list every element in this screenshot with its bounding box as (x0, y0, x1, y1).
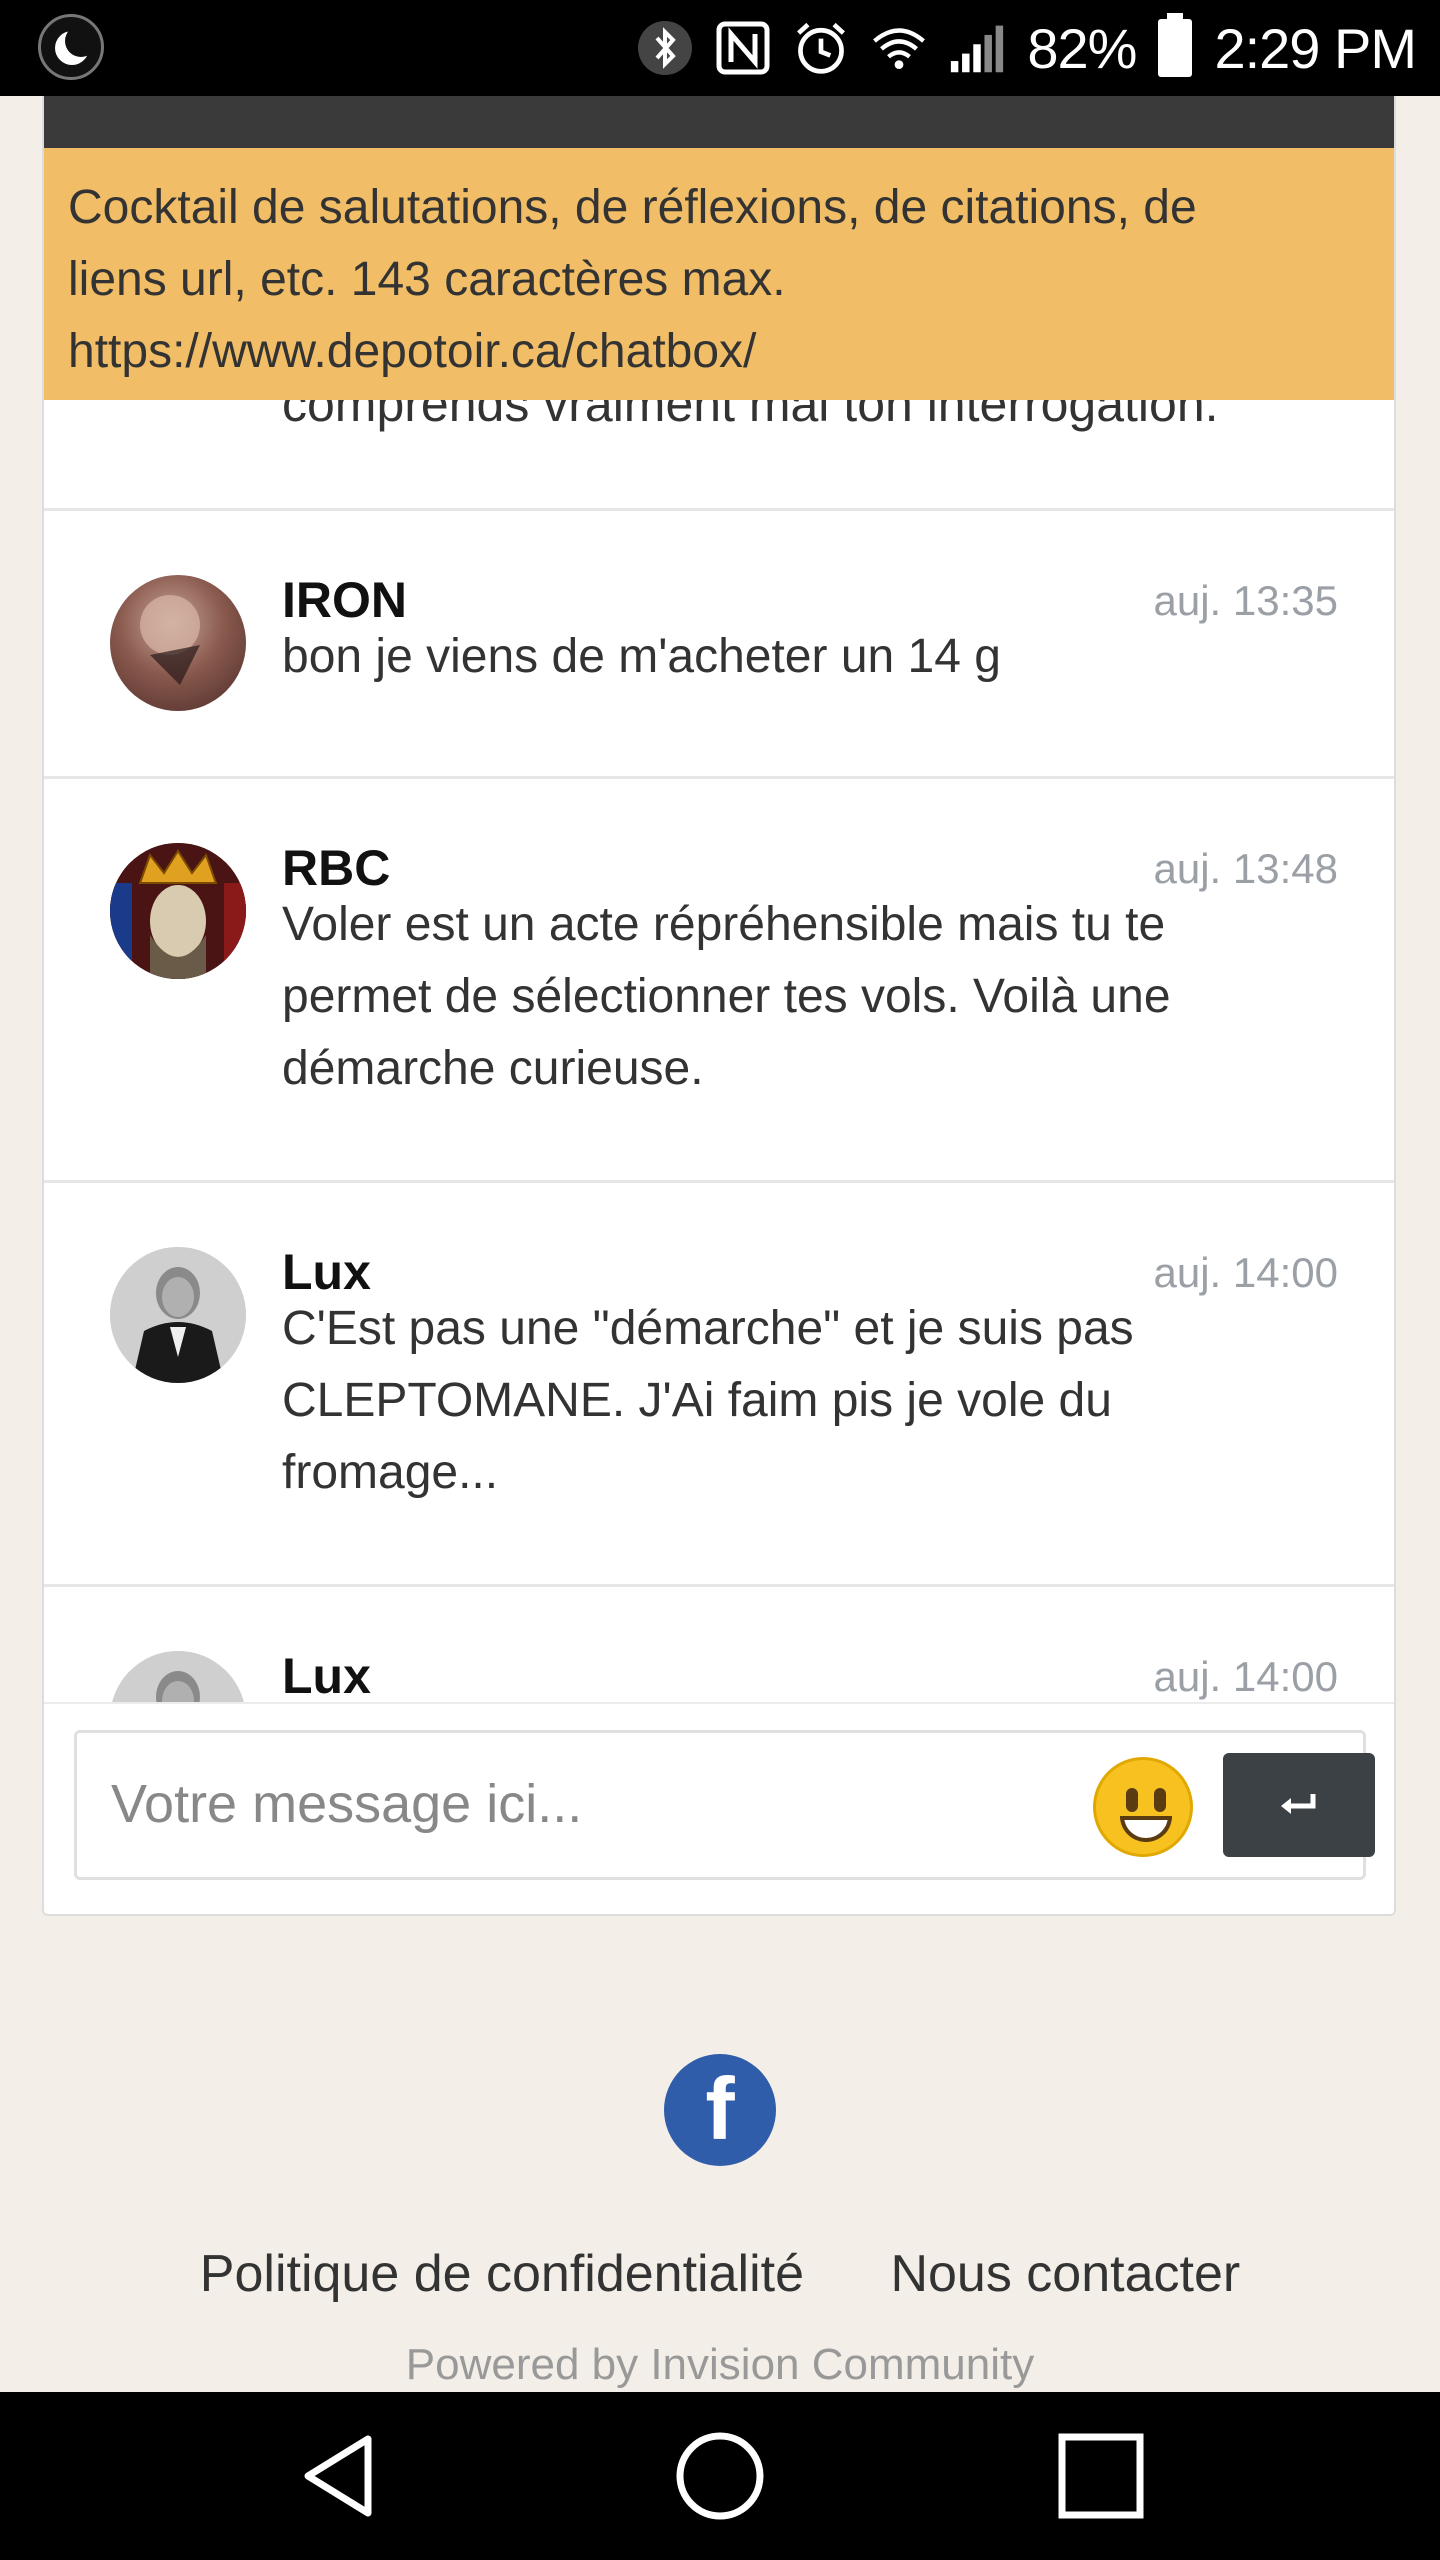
wifi-icon (871, 20, 927, 76)
list-item: Lux auj. 14:00 C'Est pas une "démarche" … (44, 1180, 1394, 1584)
enter-icon (1281, 1794, 1316, 1814)
smiley-icon[interactable] (1093, 1757, 1193, 1857)
signal-icon (949, 20, 1005, 76)
message-line: C'Est pas une "démarche" et je suis pas (282, 1302, 1134, 1355)
message-composer: Votre message ici... (44, 1702, 1394, 1914)
powered-by[interactable]: Powered by Invision Community (0, 2340, 1440, 2390)
list-item: RBC auj. 13:48 Voler est un acte répréhe… (44, 776, 1394, 1180)
facebook-glyph: f (705, 2059, 735, 2158)
chatbox-banner: Cocktail de salutations, de réflexions, … (44, 148, 1394, 400)
contact-us-link[interactable]: Nous contacter (890, 2245, 1240, 2303)
facebook-icon[interactable]: f (664, 2054, 776, 2166)
privacy-policy-link[interactable]: Politique de confidentialité (200, 2245, 804, 2303)
status-bar: 82% 2:29 PM (0, 0, 1440, 96)
recents-icon[interactable] (1046, 2426, 1156, 2526)
banner-link[interactable]: https://www.depotoir.ca/chatbox/ (68, 316, 1370, 388)
chatbox-card: Cocktail de salutations, de réflexions, … (42, 96, 1396, 1916)
message-line: permet de sélectionner tes vols. Voilà u… (282, 970, 1171, 1023)
bluetooth-icon (637, 20, 693, 76)
footer-links: Politique de confidentialité Nous contac… (0, 2244, 1440, 2304)
avatar[interactable] (110, 843, 246, 979)
battery-percent: 82% (1027, 16, 1137, 80)
banner-line-2: liens url, etc. 143 caractères max. (68, 253, 786, 306)
message-time: auj. 13:35 (1153, 577, 1339, 624)
message-text: comprends vraiment mal ton interrogation… (282, 400, 1219, 432)
home-icon[interactable] (665, 2426, 775, 2526)
message-text: C'Est pas une "démarche" et je suis pas … (282, 1293, 1338, 1509)
message-text: Voler est un acte répréhensible mais tu … (282, 889, 1338, 1105)
chatbox-header (44, 96, 1394, 148)
moon-icon (38, 14, 104, 80)
battery-icon (1158, 13, 1193, 77)
message-time: auj. 13:48 (1153, 845, 1339, 892)
list-item: IRON auj. 13:35 bon je viens de m'achete… (44, 508, 1394, 776)
android-nav-bar (0, 2392, 1440, 2560)
message-line: bon je viens de m'acheter un 14 g (282, 630, 1001, 683)
message-time: auj. 14:00 (1153, 1249, 1339, 1296)
nfc-icon (715, 20, 771, 76)
message-time: auj. 14:00 (1153, 1653, 1339, 1700)
message-author[interactable]: Lux (282, 1647, 371, 1705)
message-input-placeholder: Votre message ici... (111, 1774, 583, 1834)
status-icons: 82% 2:29 PM (637, 0, 1417, 96)
message-line: démarche curieuse. (282, 1042, 704, 1095)
message-input[interactable]: Votre message ici... (74, 1730, 1375, 1880)
clock: 2:29 PM (1214, 16, 1417, 80)
message-line: CLEPTOMANE. J'Ai faim pis je vole du (282, 1374, 1112, 1427)
alarm-icon (793, 20, 849, 76)
message-text: bon je viens de m'acheter un 14 g (282, 621, 1338, 693)
avatar[interactable] (110, 575, 246, 711)
message-line: fromage... (282, 1446, 499, 1499)
send-button[interactable] (1223, 1753, 1375, 1857)
banner-line-1: Cocktail de salutations, de réflexions, … (68, 181, 1197, 234)
avatar[interactable] (110, 1247, 246, 1383)
message-line: Voler est un acte répréhensible mais tu … (282, 898, 1166, 951)
back-icon[interactable] (286, 2426, 396, 2526)
message-list[interactable]: comprends vraiment mal ton interrogation… (44, 400, 1394, 1800)
